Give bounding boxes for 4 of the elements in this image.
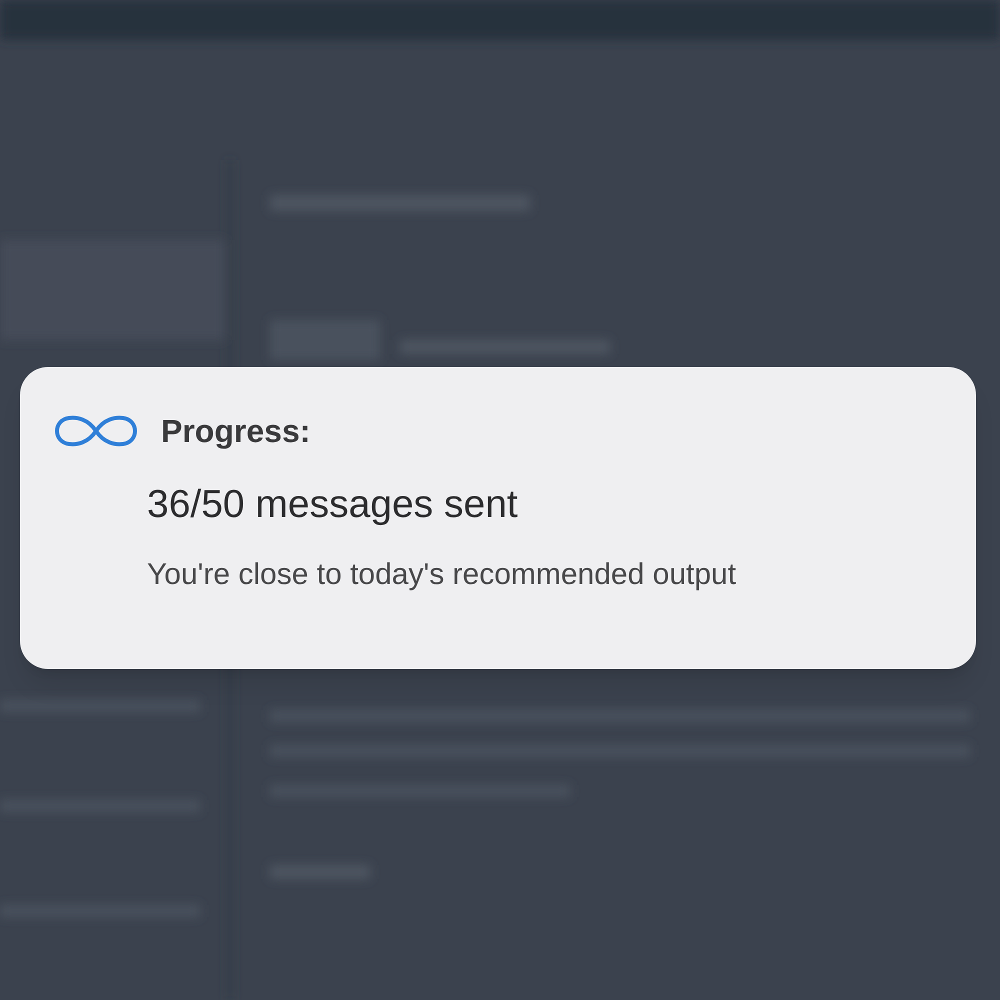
notification-title: Progress: xyxy=(161,412,310,451)
progress-count: 36/50 messages sent xyxy=(147,482,519,528)
notification-message: You're close to today's recommended output xyxy=(147,556,738,593)
infinity-icon xyxy=(55,413,137,449)
